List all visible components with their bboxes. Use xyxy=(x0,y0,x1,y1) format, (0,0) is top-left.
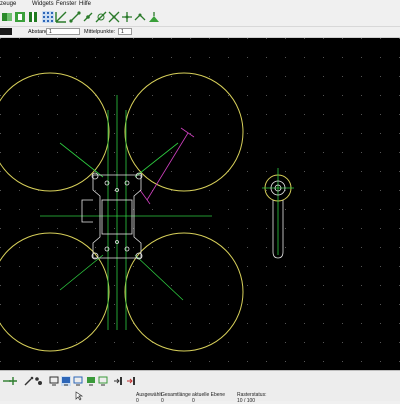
screen-print-icon[interactable] xyxy=(98,376,108,386)
snap-middle-icon[interactable] xyxy=(27,11,39,23)
menu-widgets[interactable]: Widgets xyxy=(32,0,54,8)
layer-dots-icon[interactable] xyxy=(34,376,44,386)
snap-toolbar xyxy=(0,8,400,27)
midpoints-label: Mittelpunkte: xyxy=(84,29,116,35)
status-bar: Ausgewählt Gesamtlänge aktuelle Ebene Ra… xyxy=(0,370,400,404)
snap-endpoint-icon[interactable] xyxy=(14,11,26,23)
snap-center-icon[interactable] xyxy=(42,11,54,23)
snap-grid-icon[interactable] xyxy=(1,11,13,23)
current-layer-value: 0 xyxy=(192,398,195,404)
menu-tools[interactable]: zeuge xyxy=(0,0,16,8)
pencil-icon[interactable] xyxy=(24,376,34,386)
total-length-value: 0 xyxy=(161,398,164,404)
grid-status-value: 10 / 100 xyxy=(237,398,256,404)
display-icon[interactable] xyxy=(49,376,59,386)
selected-value: 0 xyxy=(136,398,139,404)
menu-bar: zeuge Widgets Fenster Hilfe xyxy=(0,0,400,8)
restrict-nothing-icon[interactable] xyxy=(108,11,120,23)
monitor-active-icon[interactable] xyxy=(61,376,71,386)
selected-label: Ausgewählt xyxy=(136,392,162,398)
snap-reference-icon[interactable] xyxy=(69,11,81,23)
snap-free-icon[interactable] xyxy=(82,11,94,23)
current-layer-label: aktuelle Ebene xyxy=(192,392,226,398)
grid-dots xyxy=(0,38,400,370)
tool-options-bar: Abstand: 1 Mittelpunkte: 1 xyxy=(0,27,400,38)
block-create-icon[interactable] xyxy=(126,376,136,386)
distance-input[interactable]: 1 xyxy=(46,28,80,35)
option-selector[interactable] xyxy=(0,28,12,35)
cursor-icon xyxy=(74,391,84,401)
screen-icon[interactable] xyxy=(86,376,96,386)
drawing-area[interactable] xyxy=(0,38,400,370)
restrict-vertical-icon[interactable] xyxy=(148,11,160,23)
monitor-icon[interactable] xyxy=(73,376,83,386)
plus-icon[interactable] xyxy=(8,376,18,386)
restrict-orthogonal-icon[interactable] xyxy=(121,11,133,23)
midpoints-input[interactable]: 1 xyxy=(118,28,132,35)
restrict-horizontal-icon[interactable] xyxy=(134,11,146,23)
total-length-label: Gesamtlänge xyxy=(161,392,191,398)
snap-crosshair-icon[interactable] xyxy=(95,11,107,23)
drawing-canvas[interactable] xyxy=(0,38,400,370)
menu-window[interactable]: Fenster xyxy=(56,0,76,8)
block-insert-icon[interactable] xyxy=(113,376,123,386)
menu-help[interactable]: Hilfe xyxy=(79,0,91,8)
snap-intersection-icon[interactable] xyxy=(55,11,67,23)
